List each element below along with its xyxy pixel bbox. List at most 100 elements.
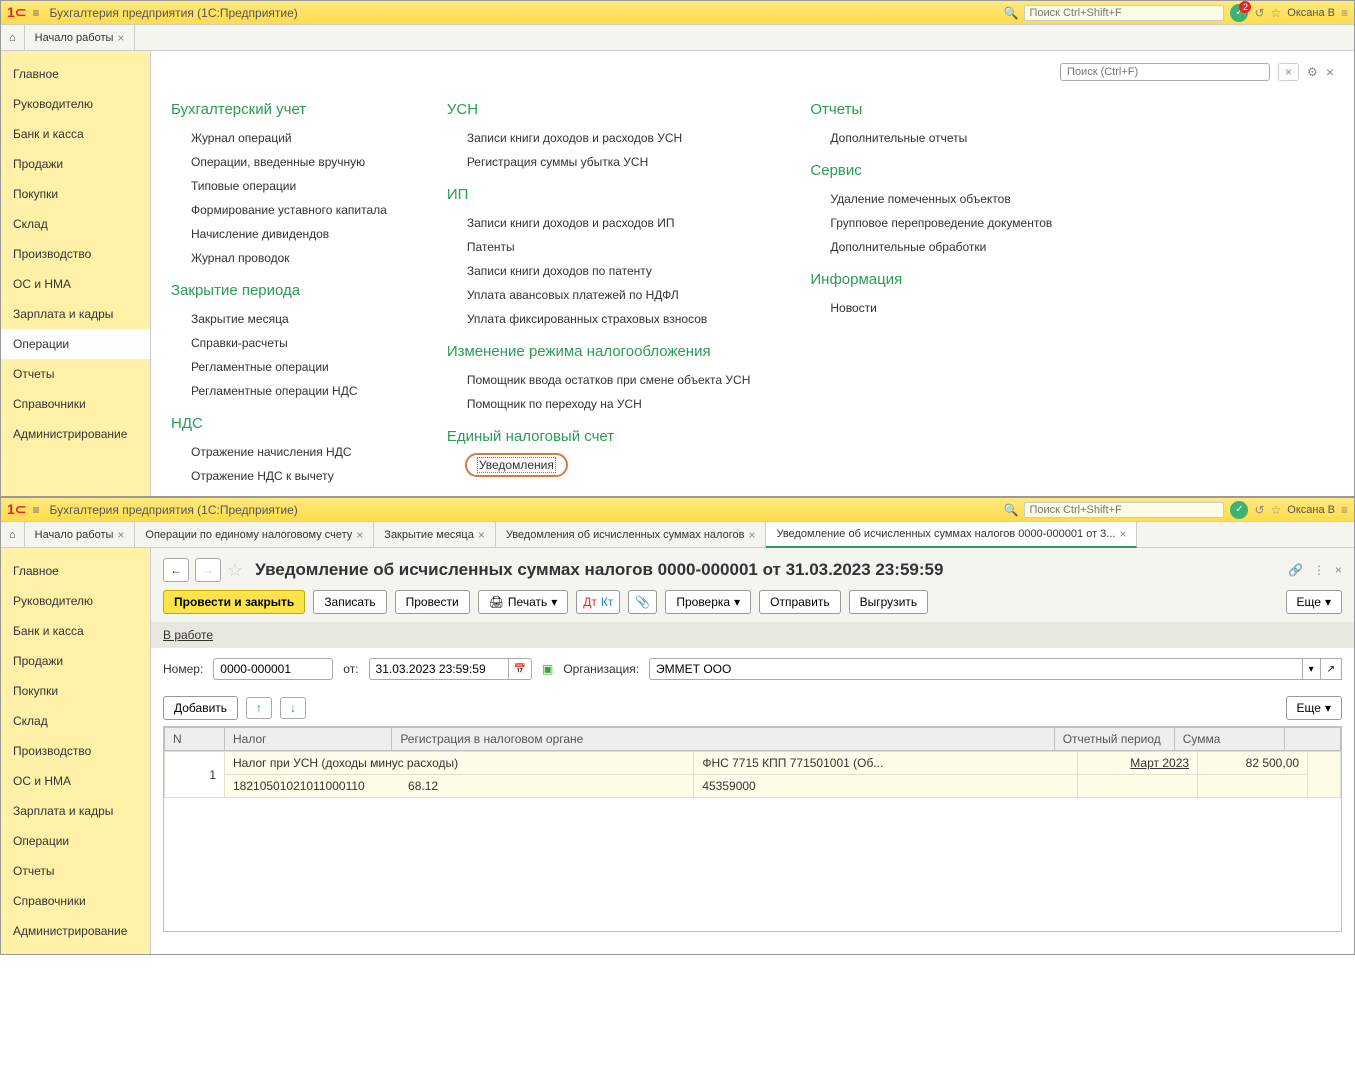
link-patents[interactable]: Патенты <box>447 235 751 259</box>
export-button[interactable]: Выгрузить <box>849 590 929 614</box>
link-ip-book[interactable]: Записи книги доходов и расходов ИП <box>447 211 751 235</box>
link-refs-calc[interactable]: Справки-расчеты <box>171 331 387 355</box>
tab-start[interactable]: Начало работы× <box>25 25 136 50</box>
tab-home[interactable]: ⌂ <box>1 25 25 50</box>
link-notifications[interactable]: Уведомления <box>465 453 568 477</box>
panel-search-input[interactable] <box>1060 63 1270 81</box>
sidebar-item-reports[interactable]: Отчеты <box>1 359 150 389</box>
sidebar-item-sales[interactable]: Продажи <box>1 149 150 179</box>
close-icon[interactable]: × <box>356 528 363 542</box>
cell-oktmo[interactable]: 45359000 <box>694 775 1078 798</box>
link-icon[interactable]: 🔗 <box>1288 563 1303 577</box>
sidebar-item-bank[interactable]: Банк и касса <box>1 616 150 646</box>
cell-period[interactable]: Март 2023 <box>1078 752 1198 775</box>
link-reglament[interactable]: Регламентные операции <box>171 355 387 379</box>
close-icon[interactable]: × <box>1119 527 1126 541</box>
notifications-icon[interactable]: ✓2 <box>1230 4 1248 22</box>
sidebar-item-sales[interactable]: Продажи <box>1 646 150 676</box>
sidebar-item-purchases[interactable]: Покупки <box>1 676 150 706</box>
sidebar-item-admin[interactable]: Администрирование <box>1 419 150 449</box>
post-button[interactable]: Провести <box>395 590 470 614</box>
forward-button[interactable]: → <box>195 558 221 582</box>
tab-start[interactable]: Начало работы× <box>25 522 136 547</box>
link-entries-journal[interactable]: Журнал проводок <box>171 246 387 270</box>
username[interactable]: Оксана В <box>1287 504 1335 516</box>
history-icon[interactable]: ↺ <box>1254 503 1264 517</box>
sidebar-item-operations[interactable]: Операции <box>1 826 150 856</box>
gear-icon[interactable]: ⚙ <box>1307 65 1318 79</box>
org-input[interactable] <box>649 658 1303 680</box>
link-nds-accrual[interactable]: Отражение начисления НДС <box>171 440 387 464</box>
sidebar-item-purchases[interactable]: Покупки <box>1 179 150 209</box>
link-typical-operations[interactable]: Типовые операции <box>171 174 387 198</box>
col-n[interactable]: N <box>165 728 225 751</box>
move-down-button[interactable]: ↓ <box>280 697 306 719</box>
cell-sum[interactable]: 82 500,00 <box>1198 752 1308 775</box>
link-balance-assistant[interactable]: Помощник ввода остатков при смене объект… <box>447 368 751 392</box>
table-row[interactable]: 1 Налог при УСН (доходы минус расходы) Ф… <box>165 752 1341 775</box>
open-icon[interactable]: ↗ <box>1321 658 1342 680</box>
dropdown-icon[interactable]: ▾ <box>1303 658 1321 680</box>
save-button[interactable]: Записать <box>313 590 386 614</box>
table-row[interactable]: 18210501021011000110 68.12 45359000 <box>165 775 1341 798</box>
attachments-button[interactable]: 📎 <box>628 590 657 614</box>
sidebar-item-catalogs[interactable]: Справочники <box>1 886 150 916</box>
star-icon[interactable]: ☆ <box>1271 6 1282 20</box>
link-nds-deduct[interactable]: Отражение НДС к вычету <box>171 464 387 488</box>
window-menu-icon[interactable]: ≡ <box>1341 6 1348 20</box>
sidebar-item-main[interactable]: Главное <box>1 59 150 89</box>
link-usn-loss[interactable]: Регистрация суммы убытка УСН <box>447 150 751 174</box>
hamburger-icon[interactable]: ≡ <box>33 503 40 517</box>
sidebar-item-main[interactable]: Главное <box>1 556 150 586</box>
link-usn-book[interactable]: Записи книги доходов и расходов УСН <box>447 126 751 150</box>
check-button[interactable]: Проверка ▾ <box>665 590 751 614</box>
link-news[interactable]: Новости <box>810 296 1052 320</box>
col-tax[interactable]: Налог <box>225 728 392 751</box>
sidebar-item-manager[interactable]: Руководителю <box>1 586 150 616</box>
col-sum[interactable]: Сумма <box>1174 728 1284 751</box>
link-group-repost[interactable]: Групповое перепроведение документов <box>810 211 1052 235</box>
status-label[interactable]: В работе <box>163 628 213 642</box>
link-patent-book[interactable]: Записи книги доходов по патенту <box>447 259 751 283</box>
send-button[interactable]: Отправить <box>759 590 841 614</box>
date-input[interactable] <box>369 658 509 680</box>
sidebar-item-admin[interactable]: Администрирование <box>1 916 150 946</box>
sidebar-item-warehouse[interactable]: Склад <box>1 209 150 239</box>
close-icon[interactable]: × <box>1335 563 1342 577</box>
close-icon[interactable]: × <box>1326 64 1334 80</box>
more-button[interactable]: Еще ▾ <box>1286 590 1342 614</box>
tab-close-month[interactable]: Закрытие месяца× <box>374 522 496 547</box>
post-close-button[interactable]: Провести и закрыть <box>163 590 305 614</box>
link-journal-operations[interactable]: Журнал операций <box>171 126 387 150</box>
tab-ens-operations[interactable]: Операции по единому налоговому счету× <box>135 522 374 547</box>
sidebar-item-catalogs[interactable]: Справочники <box>1 389 150 419</box>
cell-kbk[interactable]: 18210501021011000110 68.12 <box>225 775 694 798</box>
cell-reg[interactable]: ФНС 7715 КПП 771501001 (Об... <box>694 752 1078 775</box>
move-up-button[interactable]: ↑ <box>246 697 272 719</box>
close-icon[interactable]: × <box>478 528 485 542</box>
tab-notifications-list[interactable]: Уведомления об исчисленных суммах налого… <box>496 522 767 547</box>
favorite-icon[interactable]: ☆ <box>227 560 243 581</box>
print-button[interactable]: 🖨Печать ▾ <box>478 590 569 614</box>
sidebar-item-payroll[interactable]: Зарплата и кадры <box>1 299 150 329</box>
link-reglament-nds[interactable]: Регламентные операции НДС <box>171 379 387 403</box>
global-search-input[interactable] <box>1024 5 1224 21</box>
add-button[interactable]: Добавить <box>163 696 238 720</box>
link-ndfl-advance[interactable]: Уплата авансовых платежей по НДФЛ <box>447 283 751 307</box>
cell-tax[interactable]: Налог при УСН (доходы минус расходы) <box>225 752 694 775</box>
sidebar-item-operations[interactable]: Операции <box>1 329 150 359</box>
link-close-month[interactable]: Закрытие месяца <box>171 307 387 331</box>
sidebar-item-warehouse[interactable]: Склад <box>1 706 150 736</box>
link-charter-capital[interactable]: Формирование уставного капитала <box>171 198 387 222</box>
hamburger-icon[interactable]: ≡ <box>33 6 40 20</box>
sidebar-item-assets[interactable]: ОС и НМА <box>1 766 150 796</box>
link-extra-proc[interactable]: Дополнительные обработки <box>810 235 1052 259</box>
col-reg[interactable]: Регистрация в налоговом органе <box>392 728 1054 751</box>
tab-home[interactable]: ⌂ <box>1 522 25 547</box>
star-icon[interactable]: ☆ <box>1271 503 1282 517</box>
link-insurance[interactable]: Уплата фиксированных страховых взносов <box>447 307 751 331</box>
global-search-input[interactable] <box>1024 502 1224 518</box>
sidebar-item-bank[interactable]: Банк и касса <box>1 119 150 149</box>
sidebar-item-assets[interactable]: ОС и НМА <box>1 269 150 299</box>
clear-button[interactable]: × <box>1278 63 1299 81</box>
